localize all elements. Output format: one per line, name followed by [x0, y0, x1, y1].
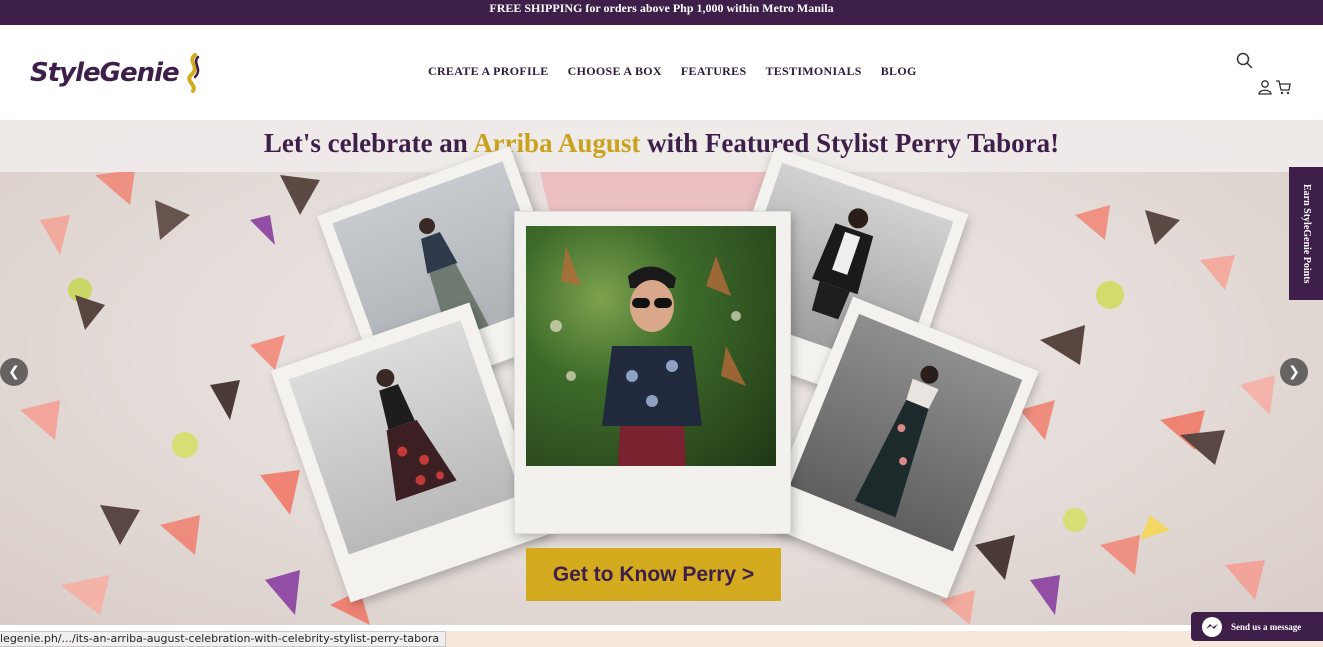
site-header: StyleGenie CREATE A PROFILE CHOOSE A BOX…	[0, 25, 1323, 120]
main-nav: CREATE A PROFILE CHOOSE A BOX FEATURES T…	[428, 64, 917, 79]
nav-blog[interactable]: BLOG	[881, 64, 917, 79]
cart-icon[interactable]	[1275, 79, 1291, 95]
messenger-icon	[1202, 616, 1222, 637]
featured-stylist-card	[514, 211, 791, 534]
prev-slide-button[interactable]: ❮	[0, 358, 28, 386]
hero-slider: Let's celebrate an Arriba August with Fe…	[0, 120, 1323, 625]
promo-bar: FREE SHIPPING for orders above Php 1,000…	[0, 0, 1323, 25]
messenger-label: Send us a message	[1231, 621, 1302, 632]
nav-create-profile[interactable]: CREATE A PROFILE	[428, 64, 549, 79]
model-photo	[288, 320, 521, 555]
next-slide-button[interactable]: ❯	[1280, 358, 1308, 386]
hero-title-part: Let's celebrate an	[263, 128, 474, 158]
messenger-chat-button[interactable]: Send us a message	[1191, 612, 1323, 641]
search-icon[interactable]	[1236, 52, 1254, 70]
lamp-logo-icon	[187, 53, 199, 93]
hero-title: Let's celebrate an Arriba August with Fe…	[0, 128, 1323, 159]
earn-points-tab[interactable]: Earn StyleGenie Points	[1289, 167, 1323, 300]
nav-choose-box[interactable]: CHOOSE A BOX	[568, 64, 662, 79]
nav-testimonials[interactable]: TESTIMONIALS	[765, 64, 861, 79]
get-to-know-perry-button[interactable]: Get to Know Perry >	[526, 548, 781, 601]
hero-title-part: with Featured Stylist Perry Tabora!	[640, 128, 1060, 158]
stylist-figure	[550, 246, 746, 466]
model-figure	[376, 368, 457, 502]
nav-features[interactable]: FEATURES	[681, 64, 747, 79]
logo-text: StyleGenie	[30, 58, 180, 88]
logo[interactable]: StyleGenie	[30, 51, 205, 95]
status-url: legenie.ph/.../its-an-arriba-august-cele…	[0, 631, 447, 647]
user-icon[interactable]	[1257, 79, 1273, 95]
stylist-photo	[526, 226, 776, 466]
